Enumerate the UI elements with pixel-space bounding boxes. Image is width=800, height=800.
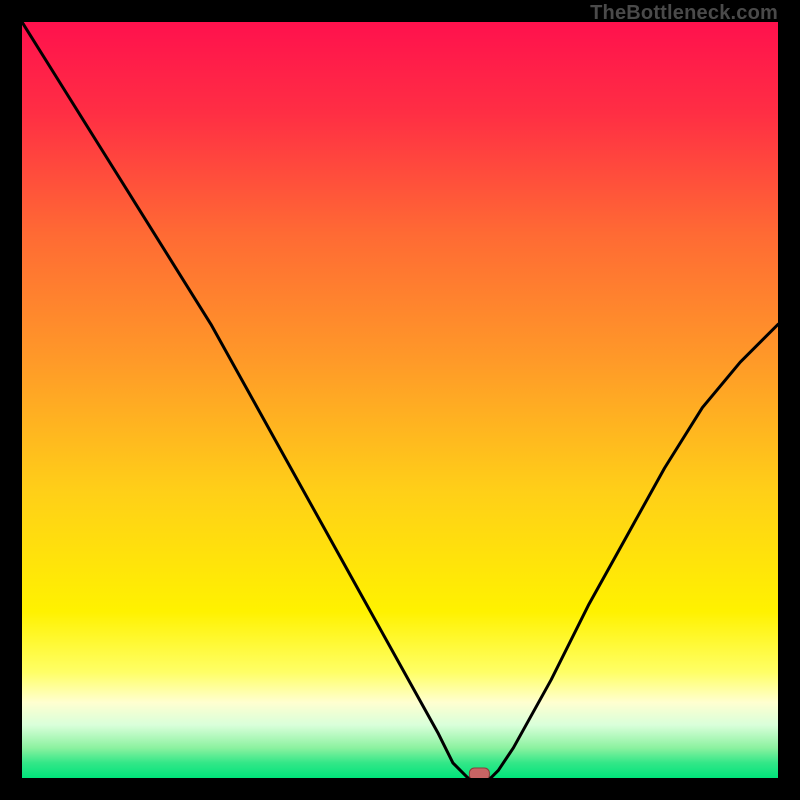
attribution-label: TheBottleneck.com [590, 2, 778, 25]
plot-area [22, 22, 778, 778]
optimum-marker [469, 768, 489, 778]
chart-svg [22, 22, 778, 778]
chart-frame: TheBottleneck.com [0, 0, 800, 800]
